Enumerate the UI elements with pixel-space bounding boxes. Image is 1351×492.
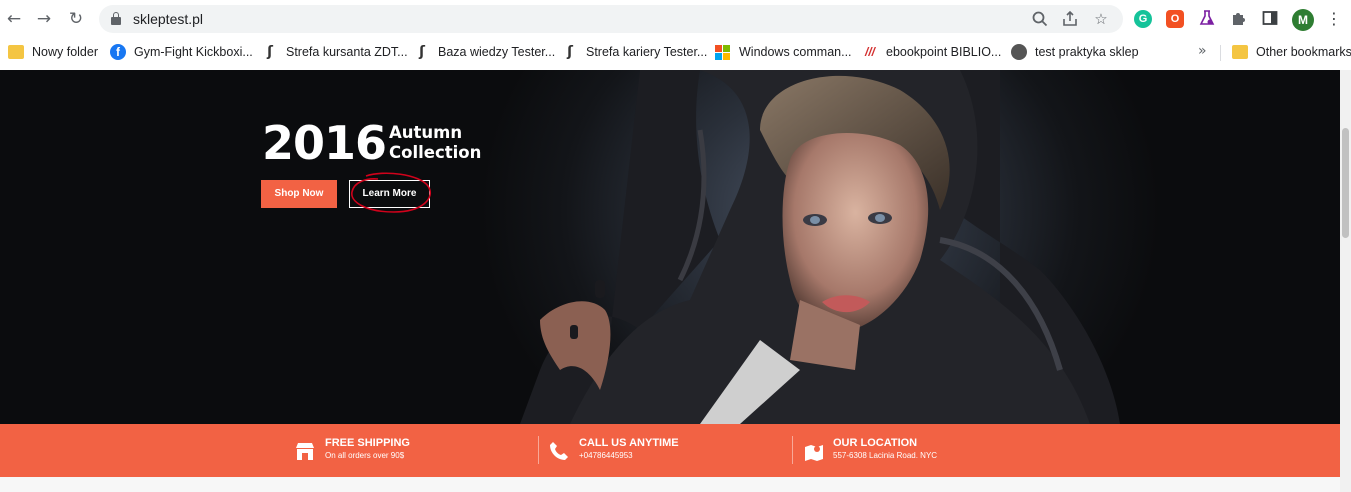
bookmark-star-icon[interactable]: ☆	[1092, 10, 1110, 28]
globe-icon	[1011, 44, 1027, 60]
lab-flask-icon[interactable]	[1197, 9, 1217, 29]
shop-now-button[interactable]: Shop Now	[261, 180, 337, 208]
forward-icon[interactable]: →	[34, 9, 54, 29]
ebookpoint-icon: ///	[864, 45, 875, 59]
s-logo-icon: ʃ	[567, 44, 573, 60]
scrollbar-thumb[interactable]	[1342, 128, 1349, 238]
page-content: 2016 Autumn Collection Shop Now Learn Mo…	[0, 70, 1340, 492]
address-bar[interactable]: skleptest.pl ☆	[99, 5, 1123, 33]
url-text[interactable]: skleptest.pl	[133, 11, 203, 27]
menu-kebab-icon[interactable]: ⋮	[1324, 9, 1344, 29]
bookmarks-bar: Nowy folder f Gym-Fight Kickboxi... ʃ St…	[0, 38, 1351, 66]
learn-more-button[interactable]: Learn More	[349, 180, 430, 208]
bookmark-label: ebookpoint BIBLIO...	[886, 45, 1002, 59]
hero-subheading-line2: Collection	[389, 143, 482, 162]
bookmark-label: Nowy folder	[32, 45, 98, 59]
bookmarks-divider	[1220, 45, 1221, 61]
s-logo-icon: ʃ	[267, 44, 273, 60]
feature-subtitle: 557-6308 Lacinia Road. NYC	[833, 451, 938, 460]
extension-o-icon[interactable]: O	[1166, 10, 1184, 28]
bookmark-ebookpoint[interactable]: /// ebookpoint BIBLIO...	[862, 43, 1001, 61]
bookmark-label: Strefa kariery Tester...	[586, 45, 708, 59]
bookmark-strefa-kariery[interactable]: ʃ Strefa kariery Tester...	[562, 43, 707, 61]
shop-icon	[296, 443, 314, 460]
hero-subheading-line1: Autumn	[389, 123, 463, 142]
bookmark-baza-wiedzy[interactable]: ʃ Baza wiedzy Tester...	[414, 43, 555, 61]
bookmark-strefa-kursanta[interactable]: ʃ Strefa kursanta ZDT...	[262, 43, 408, 61]
bookmark-label: test praktyka sklep	[1035, 45, 1139, 59]
folder-icon	[8, 45, 24, 59]
share-icon[interactable]	[1061, 10, 1079, 28]
bookmark-other-bookmarks[interactable]: Other bookmarks	[1230, 43, 1351, 61]
feature-divider	[792, 436, 793, 464]
s-logo-icon: ʃ	[419, 44, 425, 60]
side-panel-icon[interactable]	[1260, 9, 1280, 29]
bookmark-label: Gym-Fight Kickboxi...	[134, 45, 253, 59]
bookmark-label: Strefa kursanta ZDT...	[286, 45, 408, 59]
feature-title: OUR LOCATION	[833, 437, 918, 449]
feature-subtitle: +04786445953	[579, 451, 633, 460]
more-bookmarks-chevron-icon[interactable]: »	[1198, 43, 1207, 59]
reload-icon[interactable]: ↻	[66, 9, 86, 29]
feature-title: FREE SHIPPING	[325, 437, 410, 449]
map-icon	[805, 445, 823, 461]
hero-banner: 2016 Autumn Collection Shop Now Learn Mo…	[0, 70, 1340, 424]
hero-model-image	[520, 70, 1120, 424]
folder-icon	[1232, 45, 1248, 59]
feature-title: CALL US ANYTIME	[579, 437, 679, 449]
bookmark-label: Other bookmarks	[1256, 45, 1351, 59]
browser-toolbar: ← → ↻ skleptest.pl ☆ G O M ⋮	[0, 0, 1351, 38]
zoom-icon[interactable]	[1031, 10, 1049, 28]
facebook-icon: f	[110, 44, 126, 60]
feature-subtitle: On all orders over 90$	[325, 451, 405, 460]
lock-icon[interactable]	[111, 12, 121, 25]
bookmark-test-praktyka[interactable]: test praktyka sklep	[1011, 43, 1139, 61]
phone-icon	[550, 442, 568, 460]
profile-avatar[interactable]: M	[1292, 9, 1314, 31]
bookmark-nowy-folder[interactable]: Nowy folder	[6, 43, 98, 61]
page-scrollbar[interactable]	[1340, 70, 1351, 492]
hero-year-heading: 2016	[262, 116, 387, 170]
back-icon[interactable]: ←	[4, 9, 24, 29]
features-bar: FREE SHIPPING On all orders over 90$ CAL…	[0, 424, 1340, 477]
bookmark-windows-commands[interactable]: Windows comman...	[715, 43, 852, 61]
bookmark-label: Baza wiedzy Tester...	[438, 45, 556, 59]
bookmark-gym-fight[interactable]: f Gym-Fight Kickboxi...	[110, 43, 253, 61]
microsoft-icon	[715, 44, 731, 60]
grammarly-extension-icon[interactable]: G	[1134, 10, 1152, 28]
feature-divider	[538, 436, 539, 464]
extensions-puzzle-icon[interactable]	[1229, 9, 1249, 29]
bookmark-label: Windows comman...	[739, 45, 852, 59]
